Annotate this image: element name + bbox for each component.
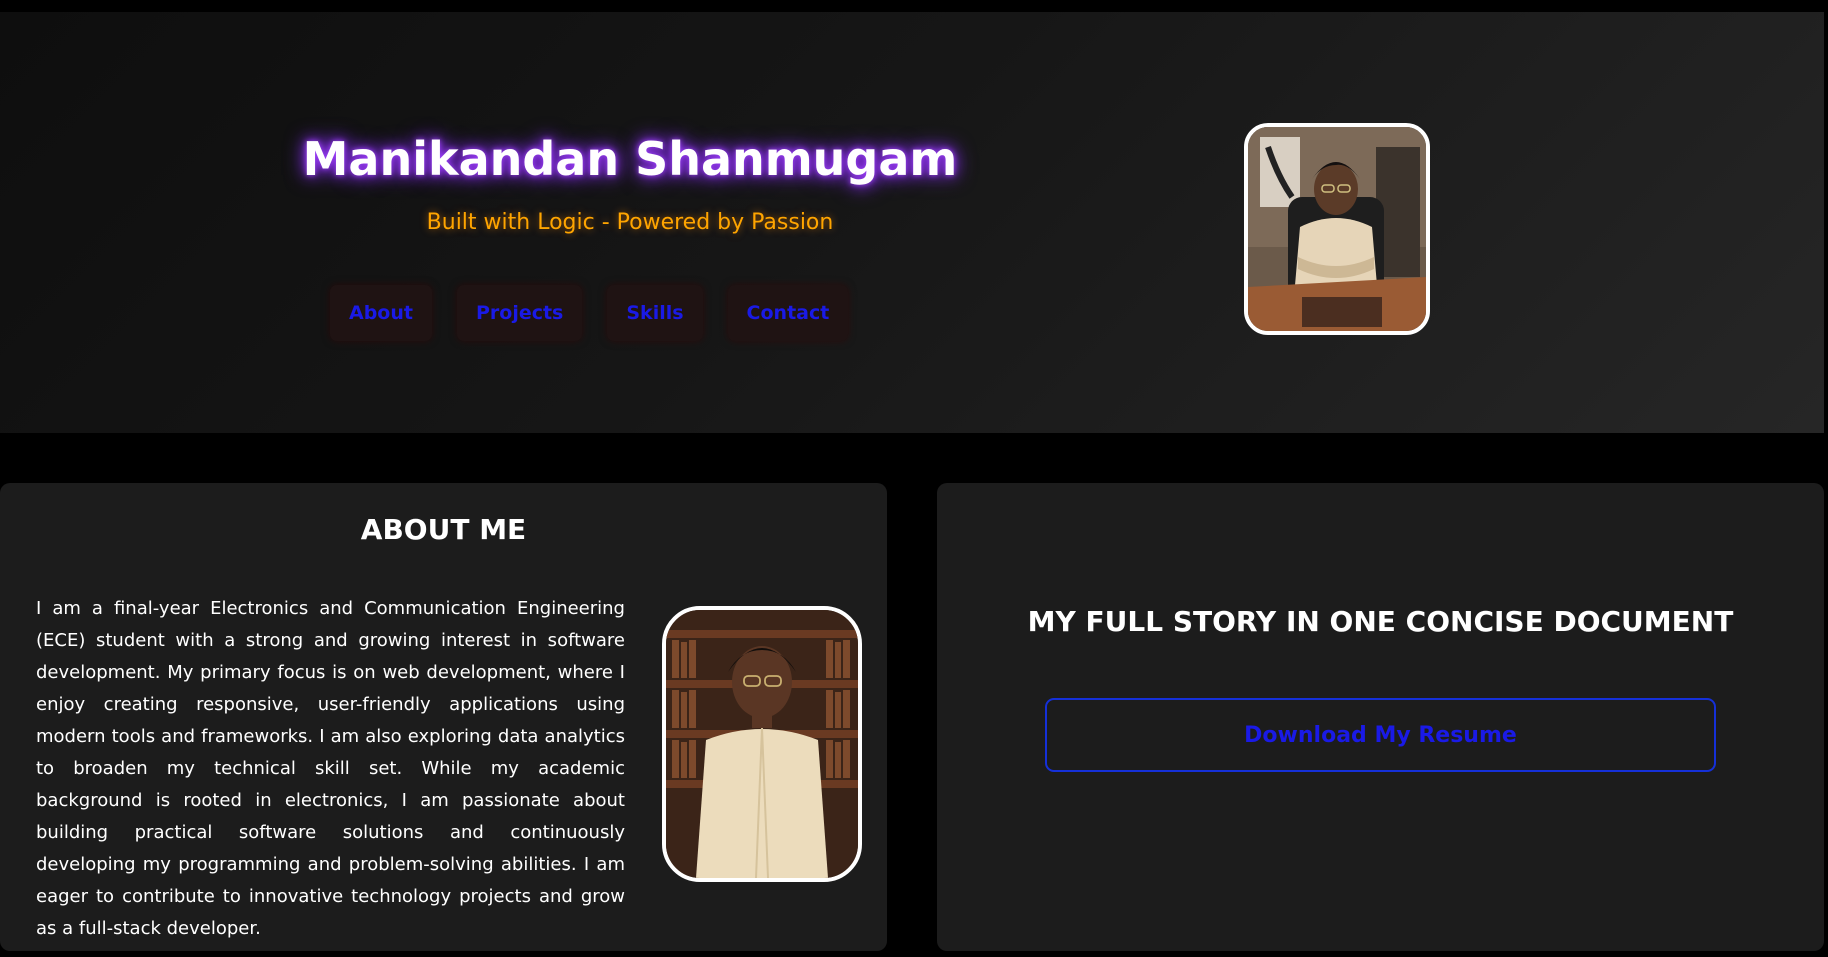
nav-contact-button[interactable]: Contact bbox=[727, 285, 849, 341]
about-paragraph: I am a final-year Electronics and Commun… bbox=[36, 598, 625, 939]
nav-about-button[interactable]: About bbox=[330, 285, 432, 341]
profile-photo bbox=[1244, 123, 1430, 335]
nav-projects-button[interactable]: Projects bbox=[456, 285, 583, 341]
hero-header: Manikandan Shanmugam Built with Logic - … bbox=[0, 12, 1824, 433]
about-title: ABOUT ME bbox=[360, 513, 527, 546]
hero-text: Manikandan Shanmugam Built with Logic - … bbox=[280, 132, 980, 235]
tagline: Built with Logic - Powered by Passion bbox=[426, 210, 834, 235]
about-portrait-photo bbox=[662, 606, 862, 882]
about-card: ABOUT ME I am a final-year Electronics a… bbox=[0, 483, 887, 951]
profile-photo-illustration bbox=[1248, 127, 1426, 331]
nav-skills-button[interactable]: Skills bbox=[607, 285, 703, 341]
site-owner-name: Manikandan Shanmugam bbox=[302, 132, 958, 186]
resume-card: MY FULL STORY IN ONE CONCISE DOCUMENT Do… bbox=[937, 483, 1824, 951]
portrait-illustration bbox=[666, 610, 858, 878]
portfolio-page: Manikandan Shanmugam Built with Logic - … bbox=[0, 0, 1828, 957]
download-resume-button[interactable]: Download My Resume bbox=[1045, 698, 1716, 772]
main-nav: About Projects Skills Contact bbox=[330, 285, 849, 341]
resume-title: MY FULL STORY IN ONE CONCISE DOCUMENT bbox=[1027, 605, 1734, 638]
